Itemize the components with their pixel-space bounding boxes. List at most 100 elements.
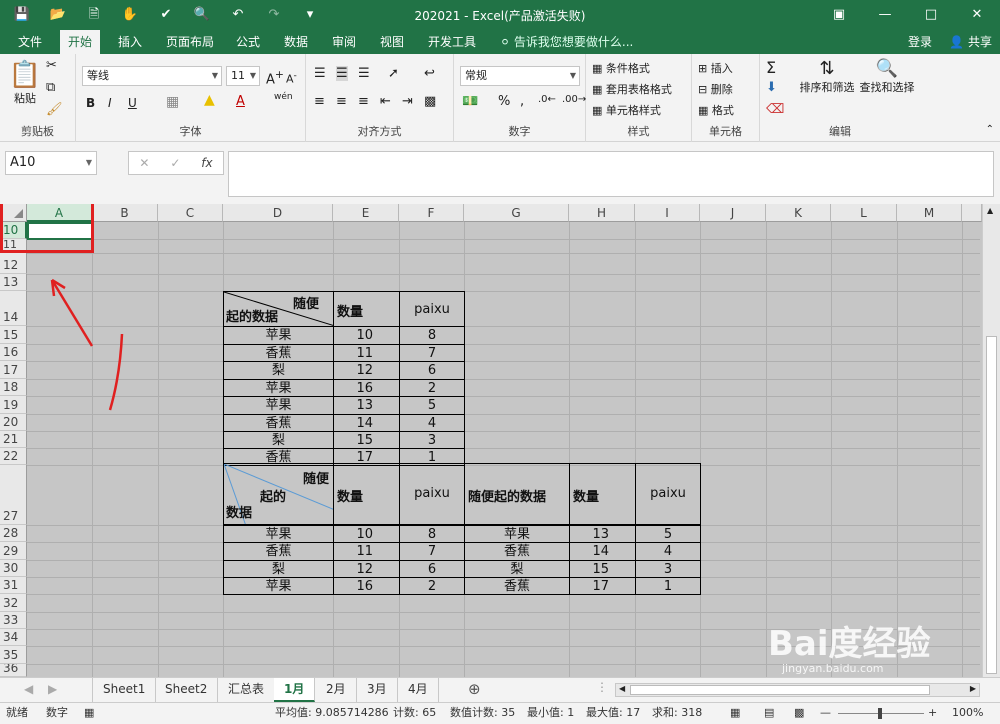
tab-home[interactable]: 开始 [60, 30, 101, 54]
border-icon[interactable]: ▦ [166, 94, 179, 110]
tab-view[interactable]: 视图 [372, 30, 412, 54]
next-sheet-icon[interactable]: ▶ [48, 682, 57, 696]
column-header-c[interactable]: C [158, 204, 223, 222]
currency-icon[interactable]: 💵 [462, 94, 478, 109]
tab-data[interactable]: 数据 [276, 30, 316, 54]
table2-cell[interactable]: 1 [635, 577, 701, 595]
font-size-select[interactable]: 11 ▼ [226, 66, 260, 86]
tab-file[interactable]: 文件 [10, 30, 50, 54]
align-middle-icon[interactable]: ☰ [336, 66, 348, 81]
comma-icon[interactable]: , [520, 94, 524, 109]
table1-cell[interactable]: 13 [333, 396, 400, 415]
tab-developer[interactable]: 开发工具 [420, 30, 484, 54]
format-table-button[interactable]: ▦ 套用表格格式 [592, 81, 672, 97]
increase-indent-icon[interactable]: ⇥ [402, 94, 413, 109]
delete-cells-button[interactable]: ⊟ 删除 [698, 81, 733, 97]
column-header-e[interactable]: E [333, 204, 399, 222]
table1-cell[interactable]: 11 [333, 344, 400, 362]
table2-cell[interactable]: 10 [333, 525, 400, 543]
row-header-32[interactable]: 32 [0, 594, 27, 612]
table2-cell[interactable]: 香蕉 [223, 542, 334, 561]
table2-col-qty2[interactable]: 数量 [569, 463, 636, 525]
column-header-f[interactable]: F [399, 204, 464, 222]
ribbon-display-icon[interactable]: ▣ [816, 0, 862, 30]
table2-col-data2[interactable]: 随便起的数据 [464, 463, 570, 525]
column-header-l[interactable]: L [831, 204, 897, 222]
table1-cell[interactable]: 14 [333, 414, 400, 432]
bold-button[interactable]: B [86, 96, 95, 110]
page-layout-view-icon[interactable]: ▤ [764, 703, 774, 723]
align-left-icon[interactable]: ≡ [314, 94, 325, 109]
scroll-right-icon[interactable]: ▶ [970, 684, 976, 693]
decrease-font-icon[interactable]: A- [286, 70, 297, 86]
sheet-tab-sheet2[interactable]: Sheet2 [155, 678, 219, 702]
column-header-d[interactable]: D [223, 204, 333, 222]
tab-split-icon[interactable]: ⋮ [596, 680, 608, 694]
sheet-tab-jan[interactable]: 1月 [274, 678, 316, 702]
orientation-icon[interactable]: ➚ [388, 66, 399, 81]
paste-button[interactable]: 📋 粘贴 [8, 60, 42, 106]
macro-record-icon[interactable]: ▦ [84, 703, 94, 723]
zoom-slider-thumb[interactable] [878, 708, 882, 719]
cell-styles-button[interactable]: ▦ 单元格样式 [592, 102, 661, 118]
horizontal-scroll-thumb[interactable] [630, 685, 930, 695]
align-center-icon[interactable]: ≡ [336, 94, 347, 109]
column-header-j[interactable]: J [700, 204, 766, 222]
align-top-icon[interactable]: ☰ [314, 66, 326, 81]
fill-color-icon[interactable]: ▲ [204, 92, 215, 108]
row-header-36[interactable]: 36 [0, 664, 27, 677]
increase-font-icon[interactable]: A+ [266, 68, 284, 87]
row-header-16[interactable]: 16 [0, 344, 27, 361]
row-header-35[interactable]: 35 [0, 646, 27, 664]
tell-me-box[interactable]: ⚪ 告诉我您想要做什么... [500, 30, 633, 54]
row-header-21[interactable]: 21 [0, 431, 27, 448]
prev-sheet-icon[interactable]: ◀ [24, 682, 33, 696]
page-break-view-icon[interactable]: ▩ [794, 703, 804, 723]
conditional-format-button[interactable]: ▦ 条件格式 [592, 60, 650, 76]
table1-cell[interactable]: 苹果 [223, 396, 334, 415]
row-header-29[interactable]: 29 [0, 542, 27, 560]
percent-button[interactable]: % [498, 94, 510, 109]
table1-cell[interactable]: 梨 [223, 361, 334, 380]
vertical-scroll-thumb[interactable] [986, 336, 997, 674]
normal-view-icon[interactable]: ▦ [730, 703, 740, 723]
table2-cell[interactable]: 13 [569, 525, 636, 543]
row-header-17[interactable]: 17 [0, 361, 27, 379]
insert-function-button[interactable]: fx [201, 156, 212, 170]
table2-col-qty[interactable]: 数量 [333, 463, 400, 525]
tab-insert[interactable]: 插入 [110, 30, 150, 54]
add-sheet-icon[interactable]: ⊕ [468, 680, 481, 698]
vertical-scrollbar[interactable]: ▲ [982, 204, 1000, 677]
row-header-22[interactable]: 22 [0, 448, 27, 465]
table1-cell[interactable]: 梨 [223, 431, 334, 449]
table1-cell[interactable]: 15 [333, 431, 400, 449]
table1-cell[interactable]: 10 [333, 326, 400, 345]
row-header-28[interactable]: 28 [0, 525, 27, 542]
sheet-tab-summary[interactable]: 汇总表 [218, 678, 276, 702]
minimize-icon[interactable]: — [862, 0, 908, 30]
wrap-text-icon[interactable]: ↩ [424, 66, 435, 81]
table2-cell[interactable]: 5 [635, 525, 701, 543]
autosum-icon[interactable]: Σ [766, 58, 776, 77]
merge-center-icon[interactable]: ▩ [424, 94, 436, 109]
table1-cell[interactable]: 12 [333, 361, 400, 380]
table2-cell[interactable]: 香蕉 [464, 577, 570, 595]
clear-icon[interactable]: ⌫ [766, 102, 784, 117]
row-header-14[interactable]: 14 [0, 291, 27, 326]
sheet-tab-apr[interactable]: 4月 [398, 678, 439, 702]
row-header-19[interactable]: 19 [0, 396, 27, 414]
row-header-34[interactable]: 34 [0, 629, 27, 646]
name-box[interactable]: A10 ▼ [5, 151, 97, 175]
table1-cell[interactable]: 3 [399, 431, 465, 449]
increase-decimal-icon[interactable]: .0← [538, 94, 556, 105]
underline-button[interactable]: U [128, 96, 137, 110]
tab-page-layout[interactable]: 页面布局 [158, 30, 222, 54]
row-header-27[interactable]: 27 [0, 465, 27, 525]
decrease-decimal-icon[interactable]: .00→ [562, 94, 586, 105]
table2-cell[interactable]: 梨 [223, 560, 334, 578]
row-header-20[interactable]: 20 [0, 414, 27, 431]
find-select-button[interactable]: 🔍 查找和选择 [858, 58, 916, 95]
close-icon[interactable]: ✕ [954, 0, 1000, 30]
zoom-out-icon[interactable]: — [820, 703, 831, 723]
table1-cell[interactable]: 16 [333, 379, 400, 397]
